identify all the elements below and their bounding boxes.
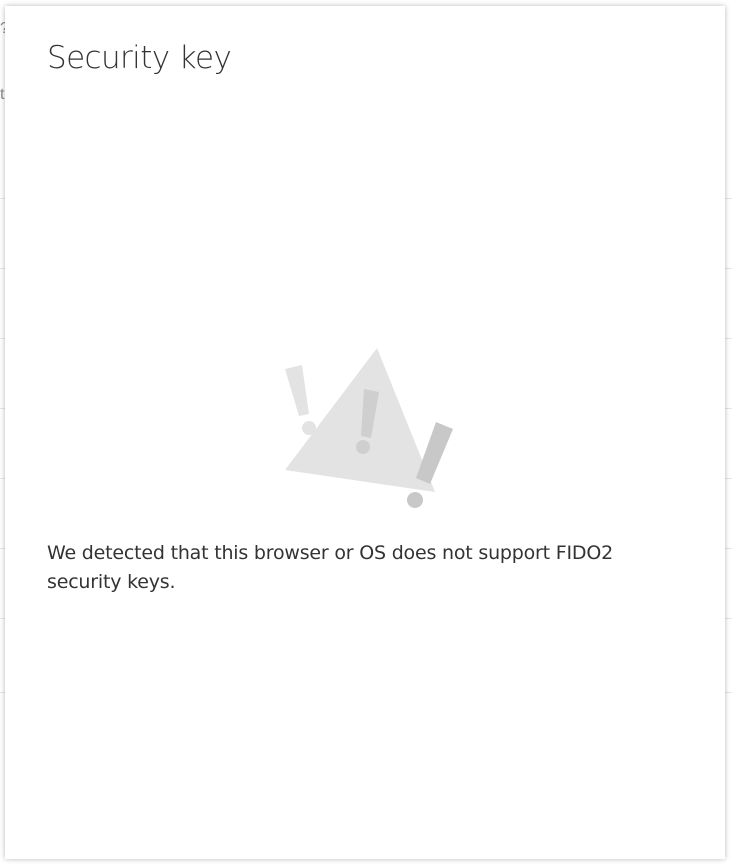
exclamation-mark-center-dot <box>356 440 370 454</box>
security-key-dialog: Security key We detected that this brows… <box>5 6 725 859</box>
background-text-fragment: t <box>0 86 5 103</box>
warning-triangle-icon <box>285 348 453 508</box>
warning-triangle-shape <box>285 348 435 492</box>
exclamation-mark-right-bar <box>416 422 453 484</box>
exclamation-mark-right-dot <box>407 492 423 508</box>
dialog-title: Security key <box>47 40 232 76</box>
exclamation-mark-left-dot <box>302 421 316 435</box>
unsupported-message: We detected that this browser or OS does… <box>47 542 613 593</box>
exclamation-mark-left-bar <box>285 365 309 416</box>
